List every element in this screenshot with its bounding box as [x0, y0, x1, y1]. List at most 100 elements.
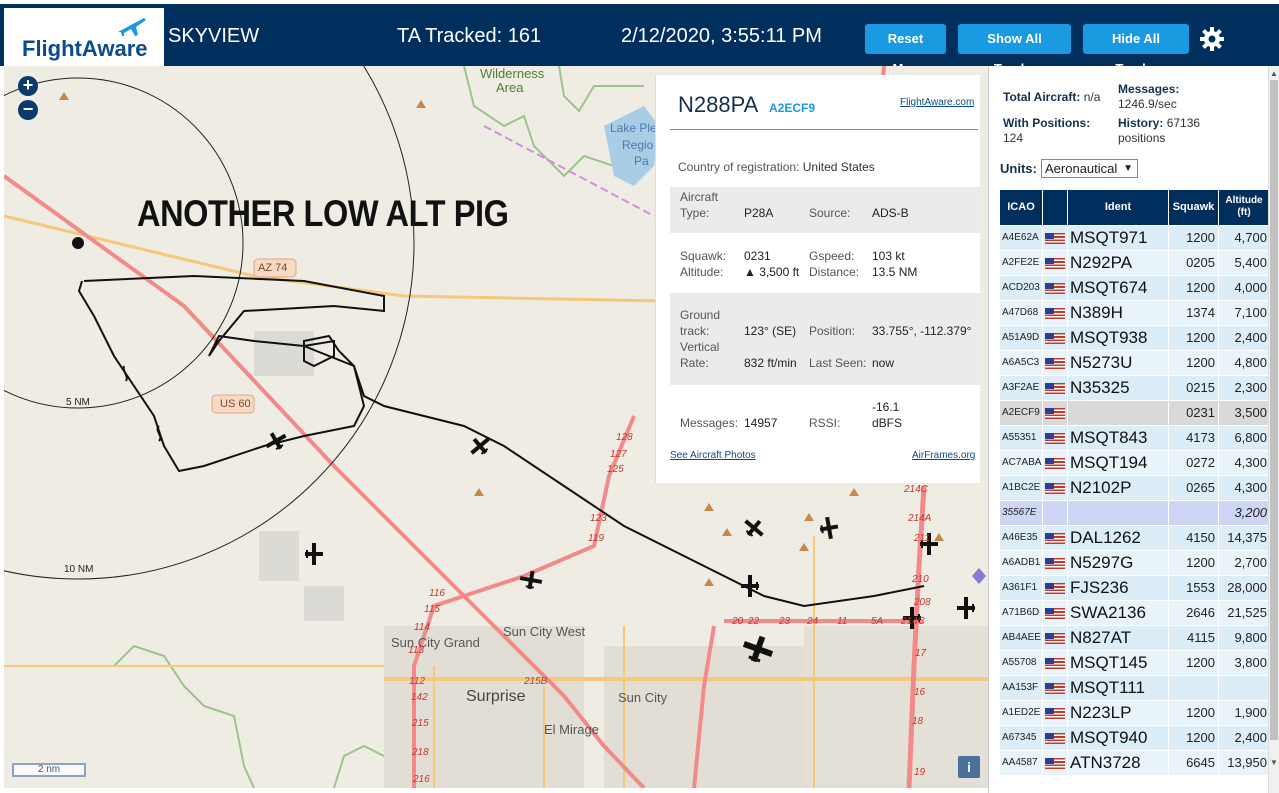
cell-altitude: 9,800 — [1219, 626, 1270, 650]
messages-stat: Messages: 1246.9/sec — [1118, 82, 1179, 112]
gspeed-value: 103 kt — [872, 249, 905, 263]
flightaware-link[interactable]: FlightAware.com — [900, 97, 974, 108]
table-row[interactable]: A55708 MSQT145 1200 3,800 — [1000, 651, 1270, 675]
source-value: ADS-B — [872, 206, 909, 220]
us-flag-icon — [1045, 758, 1065, 769]
airplane-logo-icon — [118, 18, 146, 36]
popup-section-messages: Messages: 14957 RSSI: -16.1 dBFS — [670, 393, 980, 441]
hide-all-tracks-button[interactable]: Hide All Tracks — [1083, 24, 1189, 76]
column-ident[interactable]: Ident — [1068, 190, 1169, 225]
cell-icao: A3F2AE — [1000, 376, 1043, 400]
cell-ident: N827AT — [1068, 626, 1169, 650]
source-label: Source: — [809, 206, 851, 220]
cell-ident: MSQT938 — [1068, 326, 1169, 350]
route-number: 11 — [837, 616, 848, 627]
aircraft-type-value: P28A — [744, 206, 774, 220]
us-flag-icon — [1045, 458, 1065, 469]
table-row[interactable]: A2FE2E N292PA 0205 5,400 — [1000, 251, 1270, 275]
reset-map-button[interactable]: Reset Map — [865, 24, 946, 76]
cell-altitude: 4,800 — [1219, 351, 1270, 375]
column-squawk[interactable]: Squawk — [1169, 190, 1219, 225]
cell-ident: MSQT940 — [1068, 726, 1169, 750]
cell-flag — [1043, 401, 1068, 425]
units-select[interactable]: Aeronautical ▼ — [1041, 159, 1138, 178]
table-row[interactable]: A1ED2E N223LP 1200 1,900 — [1000, 701, 1270, 725]
scroll-thumb[interactable] — [1270, 80, 1278, 740]
table-row[interactable]: A55351 MSQT843 4173 6,800 — [1000, 426, 1270, 450]
cell-icao: A2FE2E — [1000, 251, 1043, 275]
table-row[interactable]: AC7ABA MSQT194 0272 4,300 — [1000, 451, 1270, 475]
us-flag-icon — [1045, 358, 1065, 369]
table-row[interactable]: AA153F MSQT111 — [1000, 676, 1270, 700]
column-altitude[interactable]: Altitude (ft) — [1219, 190, 1270, 225]
gear-icon[interactable] — [1199, 26, 1225, 52]
table-row[interactable]: 35567E 3,200 — [1000, 501, 1270, 525]
map-label-lake-1: Lake Ple — [610, 121, 657, 135]
vertical-rate-label-1: Vertical — [680, 340, 720, 354]
popup-hex[interactable]: A2ECF9 — [769, 101, 815, 115]
cell-flag — [1043, 226, 1068, 250]
map-label-sun-city-west: Sun City West — [503, 624, 586, 639]
route-number: 24 — [807, 616, 819, 627]
scroll-down-icon[interactable]: ▼ — [1270, 758, 1278, 767]
table-row[interactable]: A6ADB1 N5297G 1200 2,700 — [1000, 551, 1270, 575]
table-row[interactable]: AB4AEE N827AT 4115 9,800 — [1000, 626, 1270, 650]
table-row[interactable]: A361F1 FJS236 1553 28,000 — [1000, 576, 1270, 600]
cell-icao: A46E35 — [1000, 526, 1043, 550]
table-row[interactable]: A1BC2E N2102P 0265 4,300 — [1000, 476, 1270, 500]
route-number: 119 — [588, 533, 604, 544]
zoom-out-button[interactable]: − — [18, 100, 38, 120]
cell-squawk: 1200 — [1169, 701, 1219, 725]
table-row[interactable]: AA4587 ATN3728 6645 13,950 — [1000, 751, 1270, 775]
table-row[interactable]: A3F2AE N35325 0215 2,300 — [1000, 376, 1270, 400]
cell-altitude: 2,400 — [1219, 726, 1270, 750]
logo-text: FlightAware — [22, 36, 148, 61]
ground-track-value: 123° (SE) — [744, 324, 797, 338]
flightaware-logo[interactable]: FlightAware — [4, 8, 164, 66]
zoom-in-button[interactable]: + — [18, 76, 38, 96]
route-number: 115 — [424, 604, 440, 615]
history-unit: positions — [1118, 131, 1166, 145]
scroll-up-icon[interactable]: ▲ — [1270, 69, 1278, 78]
aircraft-table: ICAO Ident Squawk Altitude (ft) A4E62A MS… — [1000, 190, 1270, 790]
cell-ident: N389H — [1068, 301, 1169, 325]
us-flag-icon — [1045, 558, 1065, 569]
history-stat: History: 67136 positions — [1118, 116, 1200, 146]
cell-altitude: 21,525 — [1219, 601, 1270, 625]
panel-scrollbar[interactable]: ▲ ▼ — [1268, 66, 1279, 793]
cell-icao: AB4AEE — [1000, 626, 1043, 650]
route-number: 218 — [412, 747, 429, 758]
airframes-link[interactable]: AirFrames.org — [912, 450, 975, 461]
map-info-button[interactable]: i — [958, 756, 980, 778]
aircraft-photos-link[interactable]: See Aircraft Photos — [670, 450, 756, 461]
column-flag[interactable] — [1043, 190, 1068, 225]
table-row[interactable]: A4E62A MSQT971 1200 4,700 — [1000, 226, 1270, 250]
cell-flag — [1043, 601, 1068, 625]
cell-flag — [1043, 651, 1068, 675]
map-label-area: Area — [496, 80, 524, 95]
popup-callsign: N288PA — [678, 92, 759, 117]
table-row[interactable]: A46E35 DAL1262 4150 14,375 — [1000, 526, 1270, 550]
table-row[interactable]: A51A9D MSQT938 1200 2,400 — [1000, 326, 1270, 350]
table-row[interactable]: A71B6D SWA2136 2646 21,525 — [1000, 601, 1270, 625]
cell-ident: SWA2136 — [1068, 601, 1169, 625]
distance-value: 13.5 NM — [872, 265, 918, 279]
column-icao[interactable]: ICAO — [1000, 190, 1043, 225]
table-row[interactable]: A2ECF9 0231 3,500 — [1000, 401, 1270, 425]
cell-squawk: 1200 — [1169, 651, 1219, 675]
cell-flag — [1043, 726, 1068, 750]
table-row[interactable]: A67345 MSQT940 1200 2,400 — [1000, 726, 1270, 750]
table-row[interactable]: A6A5C3 N5273U 1200 4,800 — [1000, 351, 1270, 375]
cell-squawk: 4173 — [1169, 426, 1219, 450]
cell-icao: A1BC2E — [1000, 476, 1043, 500]
table-row[interactable]: ACD203 MSQT674 1200 4,000 — [1000, 276, 1270, 300]
country-value: United States — [802, 160, 875, 174]
show-all-tracks-button[interactable]: Show All Tracks — [958, 24, 1071, 76]
map-label-sun-city-grand: Sun City Grand — [391, 635, 480, 650]
altitude-value: ▲ 3,500 ft — [744, 265, 800, 279]
table-row[interactable]: A47D68 N389H 1374 7,100 — [1000, 301, 1270, 325]
us-flag-icon — [1045, 383, 1065, 394]
gspeed-label: Gspeed: — [809, 249, 855, 263]
top-bar: FlightAware SKYVIEW TA Tracked: 161 2/12… — [0, 0, 1279, 76]
history-value: 67136 — [1166, 116, 1201, 130]
